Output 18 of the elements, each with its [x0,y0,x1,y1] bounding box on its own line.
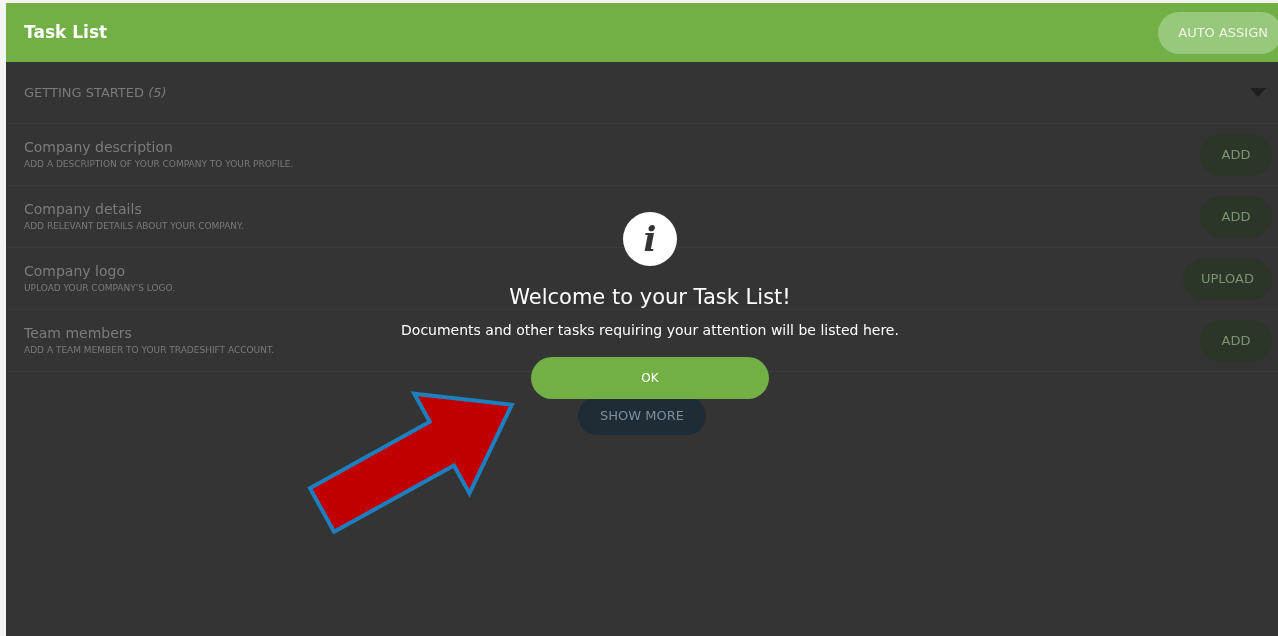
dialog-message: Documents and other tasks requiring your attention will be listed here. [401,320,899,340]
task-description: ADD A DESCRIPTION OF YOUR COMPANY TO YOUR PROFILE. [24,158,294,172]
task-title: Company details [24,200,143,220]
page-title: Task List [24,20,108,44]
task-title: Team members [24,324,133,344]
task-title: Company logo [24,262,126,282]
task-action-button[interactable]: ADD [1200,319,1272,362]
task-title: Company description [24,138,174,158]
task-description: ADD RELEVANT DETAILS ABOUT YOUR COMPANY. [24,220,244,234]
dialog-title: Welcome to your Task List! [509,284,791,311]
ok-button[interactable]: OK [531,356,769,399]
task-action-button[interactable]: ADD [1200,195,1272,238]
task-action-button[interactable]: ADD [1200,133,1272,176]
task-action-button[interactable]: UPLOAD [1182,257,1272,300]
task-description: UPLOAD YOUR COMPANY'S LOGO. [24,282,176,296]
section-title: GETTING STARTED (5) [24,83,167,102]
show-more-button[interactable]: SHOW MORE [578,397,706,435]
task-description: ADD A TEAM MEMBER TO YOUR TRADESHIFT ACCOUNT. [24,344,275,358]
